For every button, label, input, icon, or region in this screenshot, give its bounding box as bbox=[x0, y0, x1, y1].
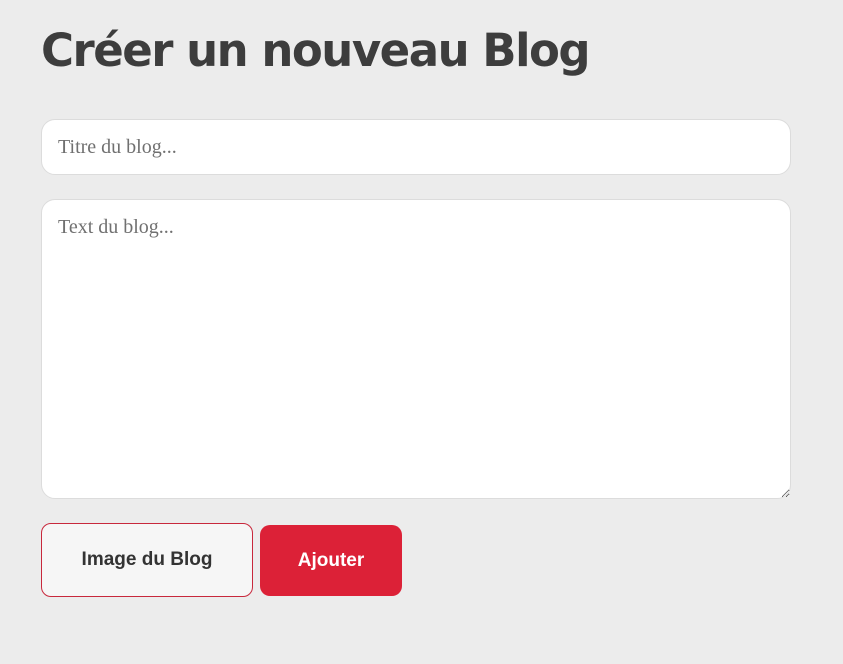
blog-image-button[interactable]: Image du Blog bbox=[41, 523, 253, 597]
blog-text-textarea[interactable] bbox=[41, 199, 791, 499]
add-blog-button[interactable]: Ajouter bbox=[260, 525, 402, 596]
page-title: Créer un nouveau Blog bbox=[41, 24, 591, 77]
blog-title-input[interactable] bbox=[41, 119, 791, 175]
